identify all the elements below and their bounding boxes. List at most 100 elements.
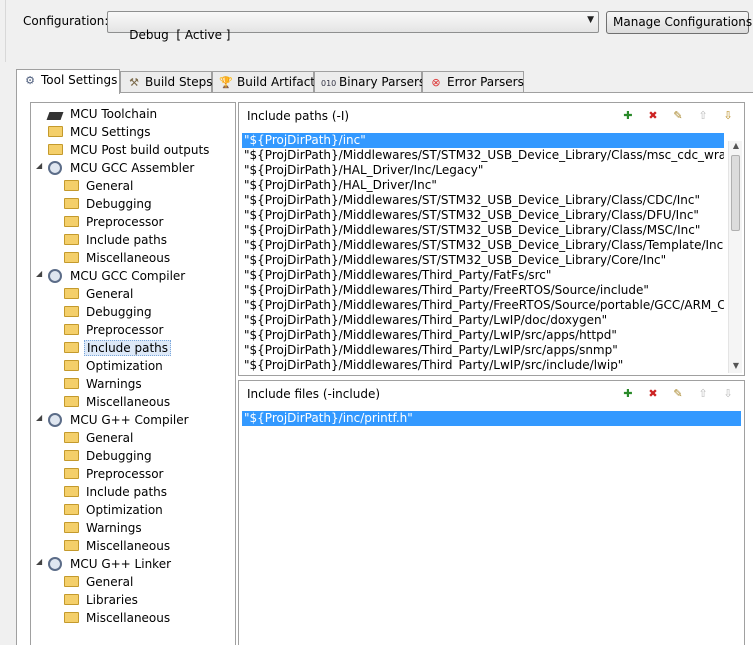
tab-build-steps[interactable]: ⚒ Build Steps <box>120 71 213 93</box>
tree-item-label: Preprocessor <box>86 466 164 481</box>
configuration-select[interactable]: Debug [ Active ] ▼ <box>107 11 599 42</box>
list-item[interactable]: "${ProjDirPath}/Middlewares/ST/STM32_USB… <box>242 193 724 208</box>
move-up-icon[interactable]: ⇧ <box>695 386 711 402</box>
list-item[interactable]: "${ProjDirPath}/Middlewares/Third_Party/… <box>242 298 724 313</box>
scroll-up-icon[interactable]: ▲ <box>729 141 743 153</box>
include-paths-scrollbar[interactable]: ▲ ▼ <box>728 141 742 373</box>
include-paths-toolbar: ✚ ✖ ✎ ⇧ ⇩ <box>611 108 736 124</box>
tree-item[interactable]: MCU Post build outputs <box>48 142 211 160</box>
folder-icon <box>64 179 80 193</box>
tree-item-label: Include paths <box>86 484 168 499</box>
folder-icon <box>64 431 80 445</box>
folder-icon <box>64 485 80 499</box>
tree-item[interactable]: Preprocessor <box>64 466 165 484</box>
expand-arrow-icon[interactable]: ◢ <box>36 269 42 278</box>
folder-icon <box>64 233 80 247</box>
tab-binary-parsers[interactable]: 010 Binary Parsers <box>314 71 426 93</box>
list-item[interactable]: "${ProjDirPath}/Middlewares/Third_Party/… <box>242 283 724 298</box>
tree-item[interactable]: Optimization <box>64 502 165 520</box>
folder-icon-shape <box>48 143 63 155</box>
move-down-icon[interactable]: ⇩ <box>720 108 736 124</box>
add-icon[interactable]: ✚ <box>620 386 636 402</box>
add-icon[interactable]: ✚ <box>620 108 636 124</box>
tree-item[interactable]: ◢ MCU GCC Compiler <box>36 268 187 286</box>
tree-item[interactable]: General <box>64 178 135 196</box>
tree-item[interactable]: Include paths <box>64 484 169 502</box>
tree-item[interactable]: ◢ MCU G++ Linker <box>36 556 173 574</box>
move-down-icon[interactable]: ⇩ <box>720 386 736 402</box>
tree-item[interactable]: Miscellaneous <box>64 250 172 268</box>
tree-item[interactable]: Debugging <box>64 196 154 214</box>
list-item[interactable]: "${ProjDirPath}/Middlewares/Third_Party/… <box>242 358 724 371</box>
tree-item-label: MCU Post build outputs <box>70 142 210 157</box>
tree-item[interactable]: General <box>64 286 135 304</box>
folder-icon <box>64 575 80 589</box>
list-item[interactable]: "${ProjDirPath}/Middlewares/Third_Party/… <box>242 328 724 343</box>
folder-icon <box>64 611 80 625</box>
expand-arrow-icon[interactable]: ◢ <box>36 413 42 422</box>
folder-icon <box>64 503 80 517</box>
folder-icon-shape <box>64 197 79 209</box>
list-item[interactable]: "${ProjDirPath}/Middlewares/ST/STM32_USB… <box>242 208 724 223</box>
list-item[interactable]: "${ProjDirPath}/Middlewares/ST/STM32_USB… <box>242 238 724 253</box>
tree-item-label: MCU GCC Assembler <box>70 160 195 175</box>
tree-item[interactable]: Warnings <box>64 520 144 538</box>
include-files-list: "${ProjDirPath}/inc/printf.h" <box>242 411 741 643</box>
list-item[interactable]: "${ProjDirPath}/Middlewares/ST/STM32_USB… <box>242 253 724 268</box>
tree-item-label: Preprocessor <box>86 214 164 229</box>
dropdown-arrow-icon: ▼ <box>587 15 594 25</box>
gear-icon <box>48 412 64 427</box>
folder-icon <box>64 323 80 337</box>
folder-icon-shape <box>64 377 79 389</box>
tree-item[interactable]: Miscellaneous <box>64 394 172 412</box>
list-item[interactable]: "${ProjDirPath}/Middlewares/Third_Party/… <box>242 268 724 283</box>
tree-item[interactable]: Miscellaneous <box>64 538 172 556</box>
edit-icon[interactable]: ✎ <box>670 386 686 402</box>
tree-item[interactable]: Debugging <box>64 304 154 322</box>
manage-configurations-button[interactable]: Manage Configurations... <box>606 11 753 34</box>
tab-error-parsers[interactable]: ⊗ Error Parsers <box>422 71 524 93</box>
tree-item[interactable]: Debugging <box>64 448 154 466</box>
tab-build-artifact[interactable]: 🏆 Build Artifact <box>212 71 315 93</box>
list-item[interactable]: "${ProjDirPath}/HAL_Driver/Inc" <box>242 178 724 193</box>
delete-icon[interactable]: ✖ <box>645 108 661 124</box>
list-item[interactable]: "${ProjDirPath}/inc" <box>242 133 724 148</box>
tree-item[interactable]: Include paths <box>64 339 172 358</box>
folder-icon <box>64 539 80 553</box>
expand-arrow-icon[interactable]: ◢ <box>36 557 42 566</box>
delete-icon[interactable]: ✖ <box>645 386 661 402</box>
include-paths-section: Include paths (-I) ✚ ✖ ✎ ⇧ ⇩ "${ProjDirPath}… <box>238 102 745 376</box>
expand-arrow-icon[interactable]: ◢ <box>36 161 42 170</box>
tree-item-label: Debugging <box>86 196 152 211</box>
folder-icon <box>64 377 80 391</box>
tree-item[interactable]: Libraries <box>64 592 140 610</box>
list-item[interactable]: "${ProjDirPath}/Middlewares/ST/STM32_USB… <box>242 223 724 238</box>
tab-tool-settings[interactable]: ⚙ Tool Settings <box>16 69 120 94</box>
scroll-down-icon[interactable]: ▼ <box>729 361 743 373</box>
move-up-icon[interactable]: ⇧ <box>695 108 711 124</box>
tree-item[interactable]: MCU Settings <box>48 124 153 142</box>
scrollbar-thumb[interactable] <box>731 155 740 231</box>
tree-item[interactable]: Preprocessor <box>64 322 165 340</box>
tree-item[interactable]: General <box>64 574 135 592</box>
tree-item[interactable]: ◢ MCU GCC Assembler <box>36 160 196 178</box>
tree-item[interactable]: Warnings <box>64 376 144 394</box>
tree-item[interactable]: MCU Toolchain <box>46 106 159 124</box>
list-item[interactable]: "${ProjDirPath}/HAL_Driver/Inc/Legacy" <box>242 163 724 178</box>
folder-icon-shape <box>64 341 79 353</box>
list-item[interactable]: "${ProjDirPath}/Middlewares/ST/STM32_USB… <box>242 148 724 163</box>
tree-item[interactable]: Miscellaneous <box>64 610 172 628</box>
list-item[interactable]: "${ProjDirPath}/Middlewares/Third_Party/… <box>242 313 724 328</box>
gear-icon <box>48 268 64 283</box>
tree-item[interactable]: ◢ MCU G++ Compiler <box>36 412 191 430</box>
folder-icon <box>48 125 64 139</box>
tree-item[interactable]: Include paths <box>64 232 169 250</box>
tree-item-label: General <box>86 430 134 445</box>
tree-item[interactable]: General <box>64 430 135 448</box>
list-item[interactable]: "${ProjDirPath}/inc/printf.h" <box>242 411 741 426</box>
tree-item[interactable]: Preprocessor <box>64 214 165 232</box>
tree-item[interactable]: Optimization <box>64 358 165 376</box>
list-item[interactable]: "${ProjDirPath}/Middlewares/Third_Party/… <box>242 343 724 358</box>
edit-icon[interactable]: ✎ <box>670 108 686 124</box>
tab-label: Binary Parsers <box>339 75 426 89</box>
